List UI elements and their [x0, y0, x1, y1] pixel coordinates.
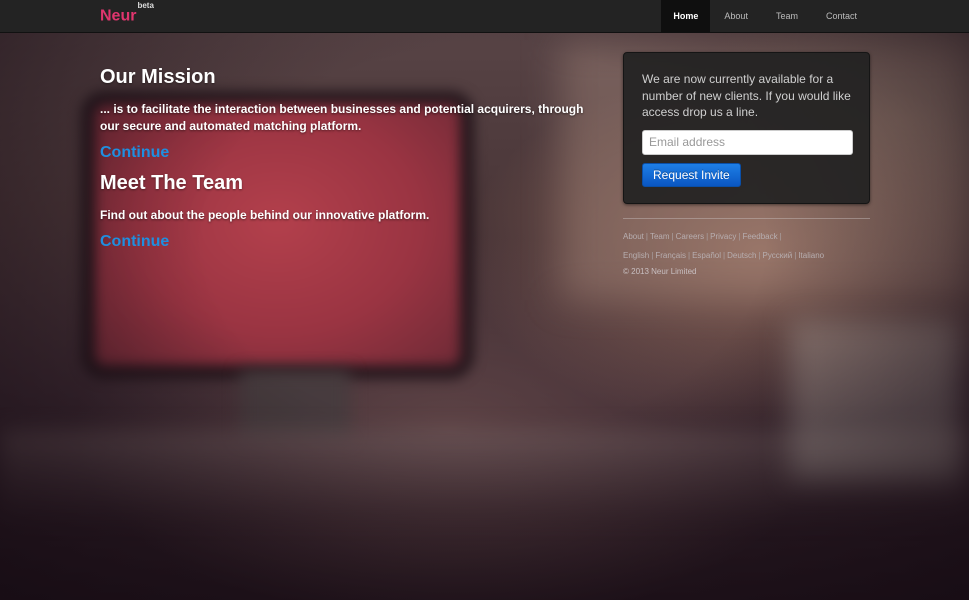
- separator: |: [779, 232, 782, 241]
- separator: |: [651, 251, 654, 260]
- language-link-francais[interactable]: Français: [655, 251, 686, 260]
- language-link-english[interactable]: English: [623, 251, 649, 260]
- language-link-russian[interactable]: Русский: [763, 251, 793, 260]
- mission-continue-link[interactable]: Continue: [100, 144, 169, 162]
- footer-links: About | Team | Careers | Privacy | Feedback |: [623, 232, 870, 242]
- language-link-italiano[interactable]: Italiano: [798, 251, 824, 260]
- brand-logo[interactable]: Neurbeta: [100, 1, 154, 25]
- team-title: Meet The Team: [100, 172, 243, 194]
- mission-section: Our Mission ... is to facilitate the int…: [100, 66, 600, 162]
- nav-item-contact[interactable]: Contact: [812, 0, 871, 33]
- mission-text: ... is to facilitate the interaction bet…: [100, 102, 584, 133]
- separator: |: [706, 232, 709, 241]
- separator: |: [794, 251, 797, 260]
- invite-description: We are now currently available for a num…: [642, 72, 851, 119]
- footer-link-feedback[interactable]: Feedback: [742, 232, 777, 241]
- email-input[interactable]: [642, 129, 853, 155]
- mission-title: Our Mission: [100, 66, 216, 88]
- nav-item-home[interactable]: Home: [661, 0, 711, 33]
- footer-languages: English | Français | Español | Deutsch | Русский…: [623, 251, 870, 261]
- language-link-deutsch[interactable]: Deutsch: [727, 251, 756, 260]
- request-invite-panel: We are now currently available for a num…: [623, 52, 870, 204]
- separator: |: [645, 232, 648, 241]
- footer-link-about[interactable]: About: [623, 232, 644, 241]
- request-invite-button[interactable]: Request Invite: [642, 162, 741, 187]
- nav-item-about[interactable]: About: [710, 0, 762, 33]
- main-content: Our Mission ... is to facilitate the int…: [100, 66, 600, 251]
- separator: |: [723, 251, 726, 260]
- separator: |: [688, 251, 691, 260]
- footer-link-careers[interactable]: Careers: [676, 232, 704, 241]
- top-navbar: Neurbeta Home About Team Contact: [0, 0, 969, 33]
- brand-beta-badge: beta: [137, 1, 154, 10]
- separator: |: [758, 251, 761, 260]
- sidebar-footer: About | Team | Careers | Privacy | Feedback | Eng…: [623, 218, 870, 276]
- nav-item-team[interactable]: Team: [762, 0, 812, 33]
- separator: |: [738, 232, 741, 241]
- footer-link-team[interactable]: Team: [650, 232, 670, 241]
- copyright-text: © 2013 Neur Limited: [623, 267, 697, 276]
- team-section: Meet The Team Find out about the people …: [100, 172, 600, 251]
- separator: |: [671, 232, 674, 241]
- team-continue-link[interactable]: Continue: [100, 233, 169, 251]
- language-link-espanol[interactable]: Español: [692, 251, 721, 260]
- team-text: Find out about the people behind our inn…: [100, 208, 430, 222]
- footer-divider: [623, 218, 870, 219]
- main-nav: Home About Team Contact: [661, 0, 871, 33]
- footer-link-privacy[interactable]: Privacy: [710, 232, 736, 241]
- brand-name: Neur: [100, 7, 137, 25]
